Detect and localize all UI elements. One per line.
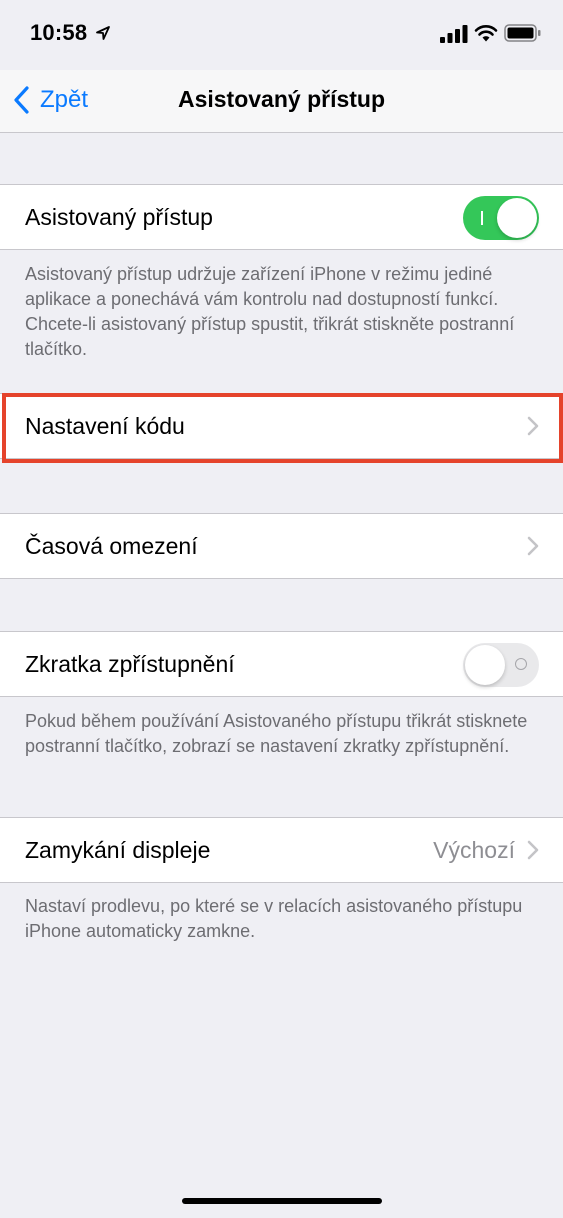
guided-access-toggle[interactable]	[463, 196, 539, 240]
location-arrow-icon	[96, 26, 110, 40]
display-lock-value: Výchozí	[433, 836, 515, 863]
accessibility-shortcut-toggle[interactable]	[463, 643, 539, 687]
display-lock-label: Zamykání displeje	[25, 836, 211, 863]
guided-access-footer: Asistovaný přístup udržuje zařízení iPho…	[25, 264, 515, 359]
guided-access-row: Asistovaný přístup	[0, 185, 563, 249]
toggle-knob	[497, 198, 537, 238]
toggle-knob	[465, 645, 505, 685]
chevron-right-icon	[527, 536, 539, 556]
display-lock-row[interactable]: Zamykání displeje Výchozí	[0, 818, 563, 882]
navigation-bar: Zpět Asistovaný přístup	[0, 70, 563, 133]
time-limits-row[interactable]: Časová omezení	[0, 514, 563, 578]
status-bar: 10:58	[0, 0, 563, 70]
battery-icon	[504, 24, 541, 42]
status-time: 10:58	[30, 20, 88, 45]
accessibility-shortcut-footer: Pokud během používání Asistovaného příst…	[25, 711, 528, 756]
page-title: Asistovaný přístup	[177, 86, 386, 112]
display-lock-group: Zamykání displeje Výchozí	[0, 817, 563, 883]
accessibility-shortcut-row: Zkratka zpřístupnění	[0, 632, 563, 696]
cellular-signal-icon	[440, 25, 468, 43]
toggle-off-indicator	[515, 658, 527, 670]
chevron-right-icon	[527, 416, 539, 436]
passcode-settings-row[interactable]: Nastavení kódu	[0, 394, 563, 458]
display-lock-footer: Nastaví prodlevu, po které se v relacích…	[25, 896, 523, 941]
home-indicator	[182, 1198, 382, 1204]
toggle-on-indicator	[481, 211, 483, 225]
guided-access-group: Asistovaný přístup	[0, 184, 563, 250]
wifi-icon	[474, 25, 498, 42]
accessibility-shortcut-group: Zkratka zpřístupnění	[0, 631, 563, 697]
time-limits-label: Časová omezení	[25, 532, 198, 559]
passcode-settings-label: Nastavení kódu	[25, 412, 185, 439]
time-limits-group: Časová omezení	[0, 513, 563, 579]
passcode-settings-group: Nastavení kódu	[0, 393, 563, 459]
chevron-right-icon	[527, 840, 539, 860]
